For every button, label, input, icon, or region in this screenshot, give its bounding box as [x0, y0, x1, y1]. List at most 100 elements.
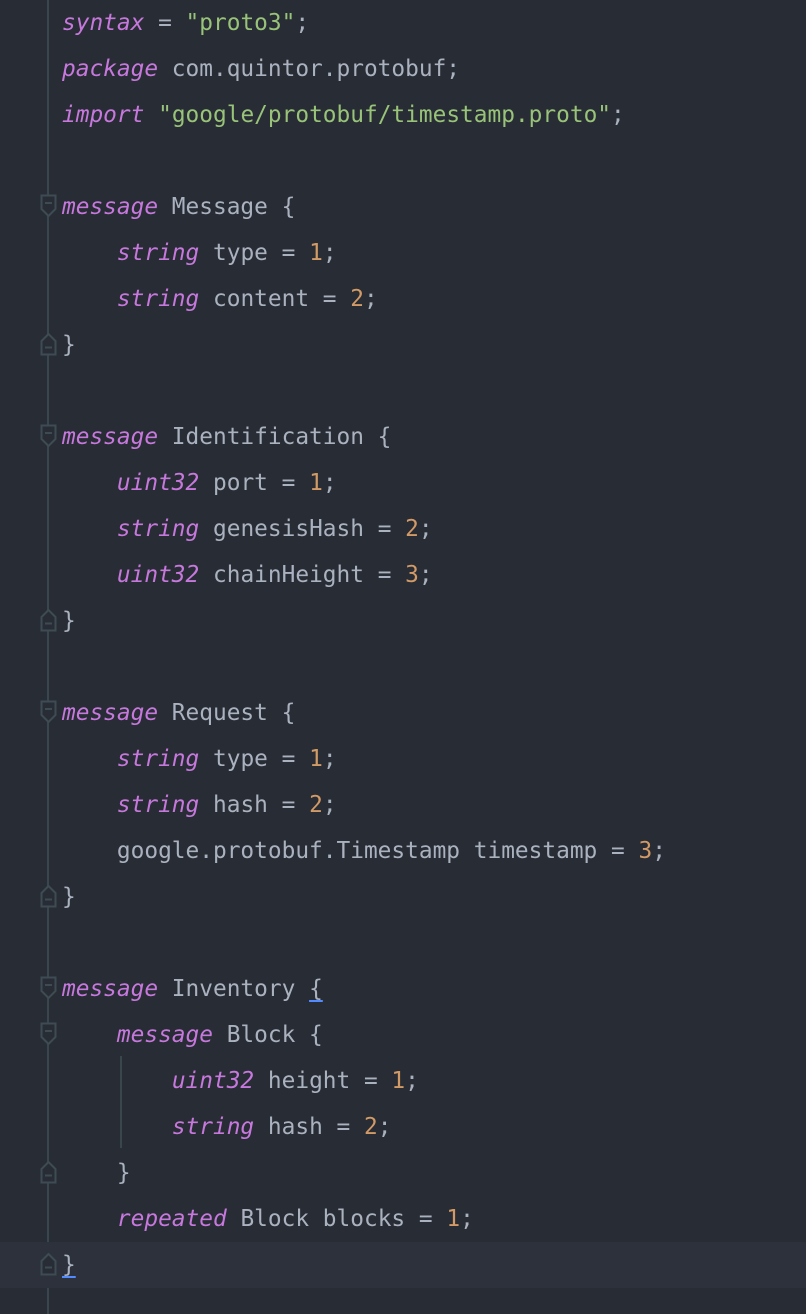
- text-token: hash =: [254, 1114, 364, 1140]
- line-content: message Inventory {: [62, 966, 323, 1012]
- text-token: ;: [418, 516, 433, 542]
- fold-collapse-icon[interactable]: [40, 1022, 57, 1046]
- number-token: 2: [309, 792, 323, 818]
- matched-brace: {: [309, 976, 323, 1002]
- keyword-token: message: [62, 194, 159, 220]
- current-code-line[interactable]: }: [0, 1242, 806, 1288]
- line-content: string hash = 2;: [62, 1104, 392, 1150]
- keyword-token: message: [62, 700, 159, 726]
- code-line[interactable]: [0, 368, 806, 414]
- code-line[interactable]: uint32 height = 1;: [0, 1058, 806, 1104]
- line-content: uint32 height = 1;: [62, 1058, 419, 1104]
- line-content: uint32 chainHeight = 3;: [62, 552, 433, 598]
- code-line[interactable]: }: [0, 1150, 806, 1196]
- line-content: google.protobuf.Timestamp timestamp = 3;: [62, 828, 666, 874]
- code-line[interactable]: [0, 644, 806, 690]
- fold-end-icon[interactable]: [40, 1252, 57, 1276]
- code-line[interactable]: import "google/protobuf/timestamp.proto"…: [0, 92, 806, 138]
- line-content: syntax = "proto3";: [62, 0, 309, 46]
- line-content: message Message {: [62, 184, 295, 230]
- code-line[interactable]: string content = 2;: [0, 276, 806, 322]
- code-line[interactable]: package com.quintor.protobuf;: [0, 46, 806, 92]
- keyword-token: string: [116, 746, 200, 772]
- text-token: Inventory: [158, 976, 310, 1002]
- code-line[interactable]: }: [0, 874, 806, 920]
- text-token: genesisHash =: [199, 516, 406, 542]
- code-line[interactable]: repeated Block blocks = 1;: [0, 1196, 806, 1242]
- fold-end-icon[interactable]: [40, 608, 57, 632]
- keyword-token: message: [62, 424, 159, 450]
- line-content: message Block {: [62, 1012, 323, 1058]
- text-token: ;: [322, 746, 337, 772]
- text-token: ;: [652, 838, 666, 864]
- keyword-token: string: [116, 240, 200, 266]
- text-token: Identification {: [158, 424, 392, 450]
- keyword-token: message: [116, 1022, 213, 1048]
- code-line[interactable]: message Block {: [0, 1012, 806, 1058]
- code-line[interactable]: [0, 138, 806, 184]
- keyword-token: uint32: [116, 562, 200, 588]
- line-content: string type = 1;: [62, 736, 337, 782]
- code-line[interactable]: uint32 chainHeight = 3;: [0, 552, 806, 598]
- text-token: hash =: [199, 792, 310, 818]
- fold-end-icon[interactable]: [40, 884, 57, 908]
- keyword-token: uint32: [116, 470, 200, 496]
- fold-collapse-icon[interactable]: [40, 424, 57, 448]
- text-token: google.protobuf.Timestamp timestamp =: [62, 838, 639, 864]
- text-token: }: [62, 884, 76, 910]
- number-token: 1: [309, 746, 323, 772]
- line-content: string genesisHash = 2;: [62, 506, 433, 552]
- code-line[interactable]: uint32 port = 1;: [0, 460, 806, 506]
- keyword-token: string: [171, 1114, 255, 1140]
- fold-end-icon[interactable]: [40, 332, 57, 356]
- keyword-token: string: [116, 286, 200, 312]
- string-token: "google/protobuf/timestamp.proto": [158, 102, 612, 128]
- code-line[interactable]: string hash = 2;: [0, 782, 806, 828]
- code-line[interactable]: }: [0, 598, 806, 644]
- number-token: 1: [391, 1068, 406, 1094]
- code-line[interactable]: message Inventory {: [0, 966, 806, 1012]
- code-line[interactable]: syntax = "proto3";: [0, 0, 806, 46]
- number-token: 2: [405, 516, 419, 542]
- text-token: }: [62, 332, 76, 358]
- line-content: uint32 port = 1;: [62, 460, 337, 506]
- text-token: content =: [199, 286, 351, 312]
- code-line[interactable]: message Request {: [0, 690, 806, 736]
- line-content: package com.quintor.protobuf;: [62, 46, 460, 92]
- text-token: =: [144, 10, 186, 36]
- text-token: Block blocks =: [226, 1206, 447, 1232]
- number-token: 1: [309, 470, 323, 496]
- text-token: ;: [322, 240, 337, 266]
- code-line[interactable]: string hash = 2;: [0, 1104, 806, 1150]
- code-line[interactable]: }: [0, 322, 806, 368]
- code-line[interactable]: string genesisHash = 2;: [0, 506, 806, 552]
- code-line[interactable]: google.protobuf.Timestamp timestamp = 3;: [0, 828, 806, 874]
- fold-collapse-icon[interactable]: [40, 976, 57, 1000]
- code-editor[interactable]: syntax = "proto3"; package com.quintor.pr…: [0, 0, 806, 1314]
- text-token: type =: [199, 240, 310, 266]
- line-content: message Identification {: [62, 414, 391, 460]
- code-line[interactable]: message Identification {: [0, 414, 806, 460]
- fold-end-icon[interactable]: [40, 1160, 57, 1184]
- keyword-token: syntax: [62, 10, 145, 36]
- line-content: repeated Block blocks = 1;: [62, 1196, 474, 1242]
- text-token: port =: [199, 470, 310, 496]
- keyword-token: message: [62, 976, 159, 1002]
- code-line[interactable]: [0, 920, 806, 966]
- code-line[interactable]: string type = 1;: [0, 230, 806, 276]
- number-token: 3: [638, 838, 653, 864]
- fold-collapse-icon[interactable]: [40, 194, 57, 218]
- text-token: Request {: [158, 700, 296, 726]
- code-line[interactable]: string type = 1;: [0, 736, 806, 782]
- fold-collapse-icon[interactable]: [40, 700, 57, 724]
- text-token: ;: [460, 1206, 474, 1232]
- number-token: 1: [446, 1206, 461, 1232]
- code-line[interactable]: message Message {: [0, 184, 806, 230]
